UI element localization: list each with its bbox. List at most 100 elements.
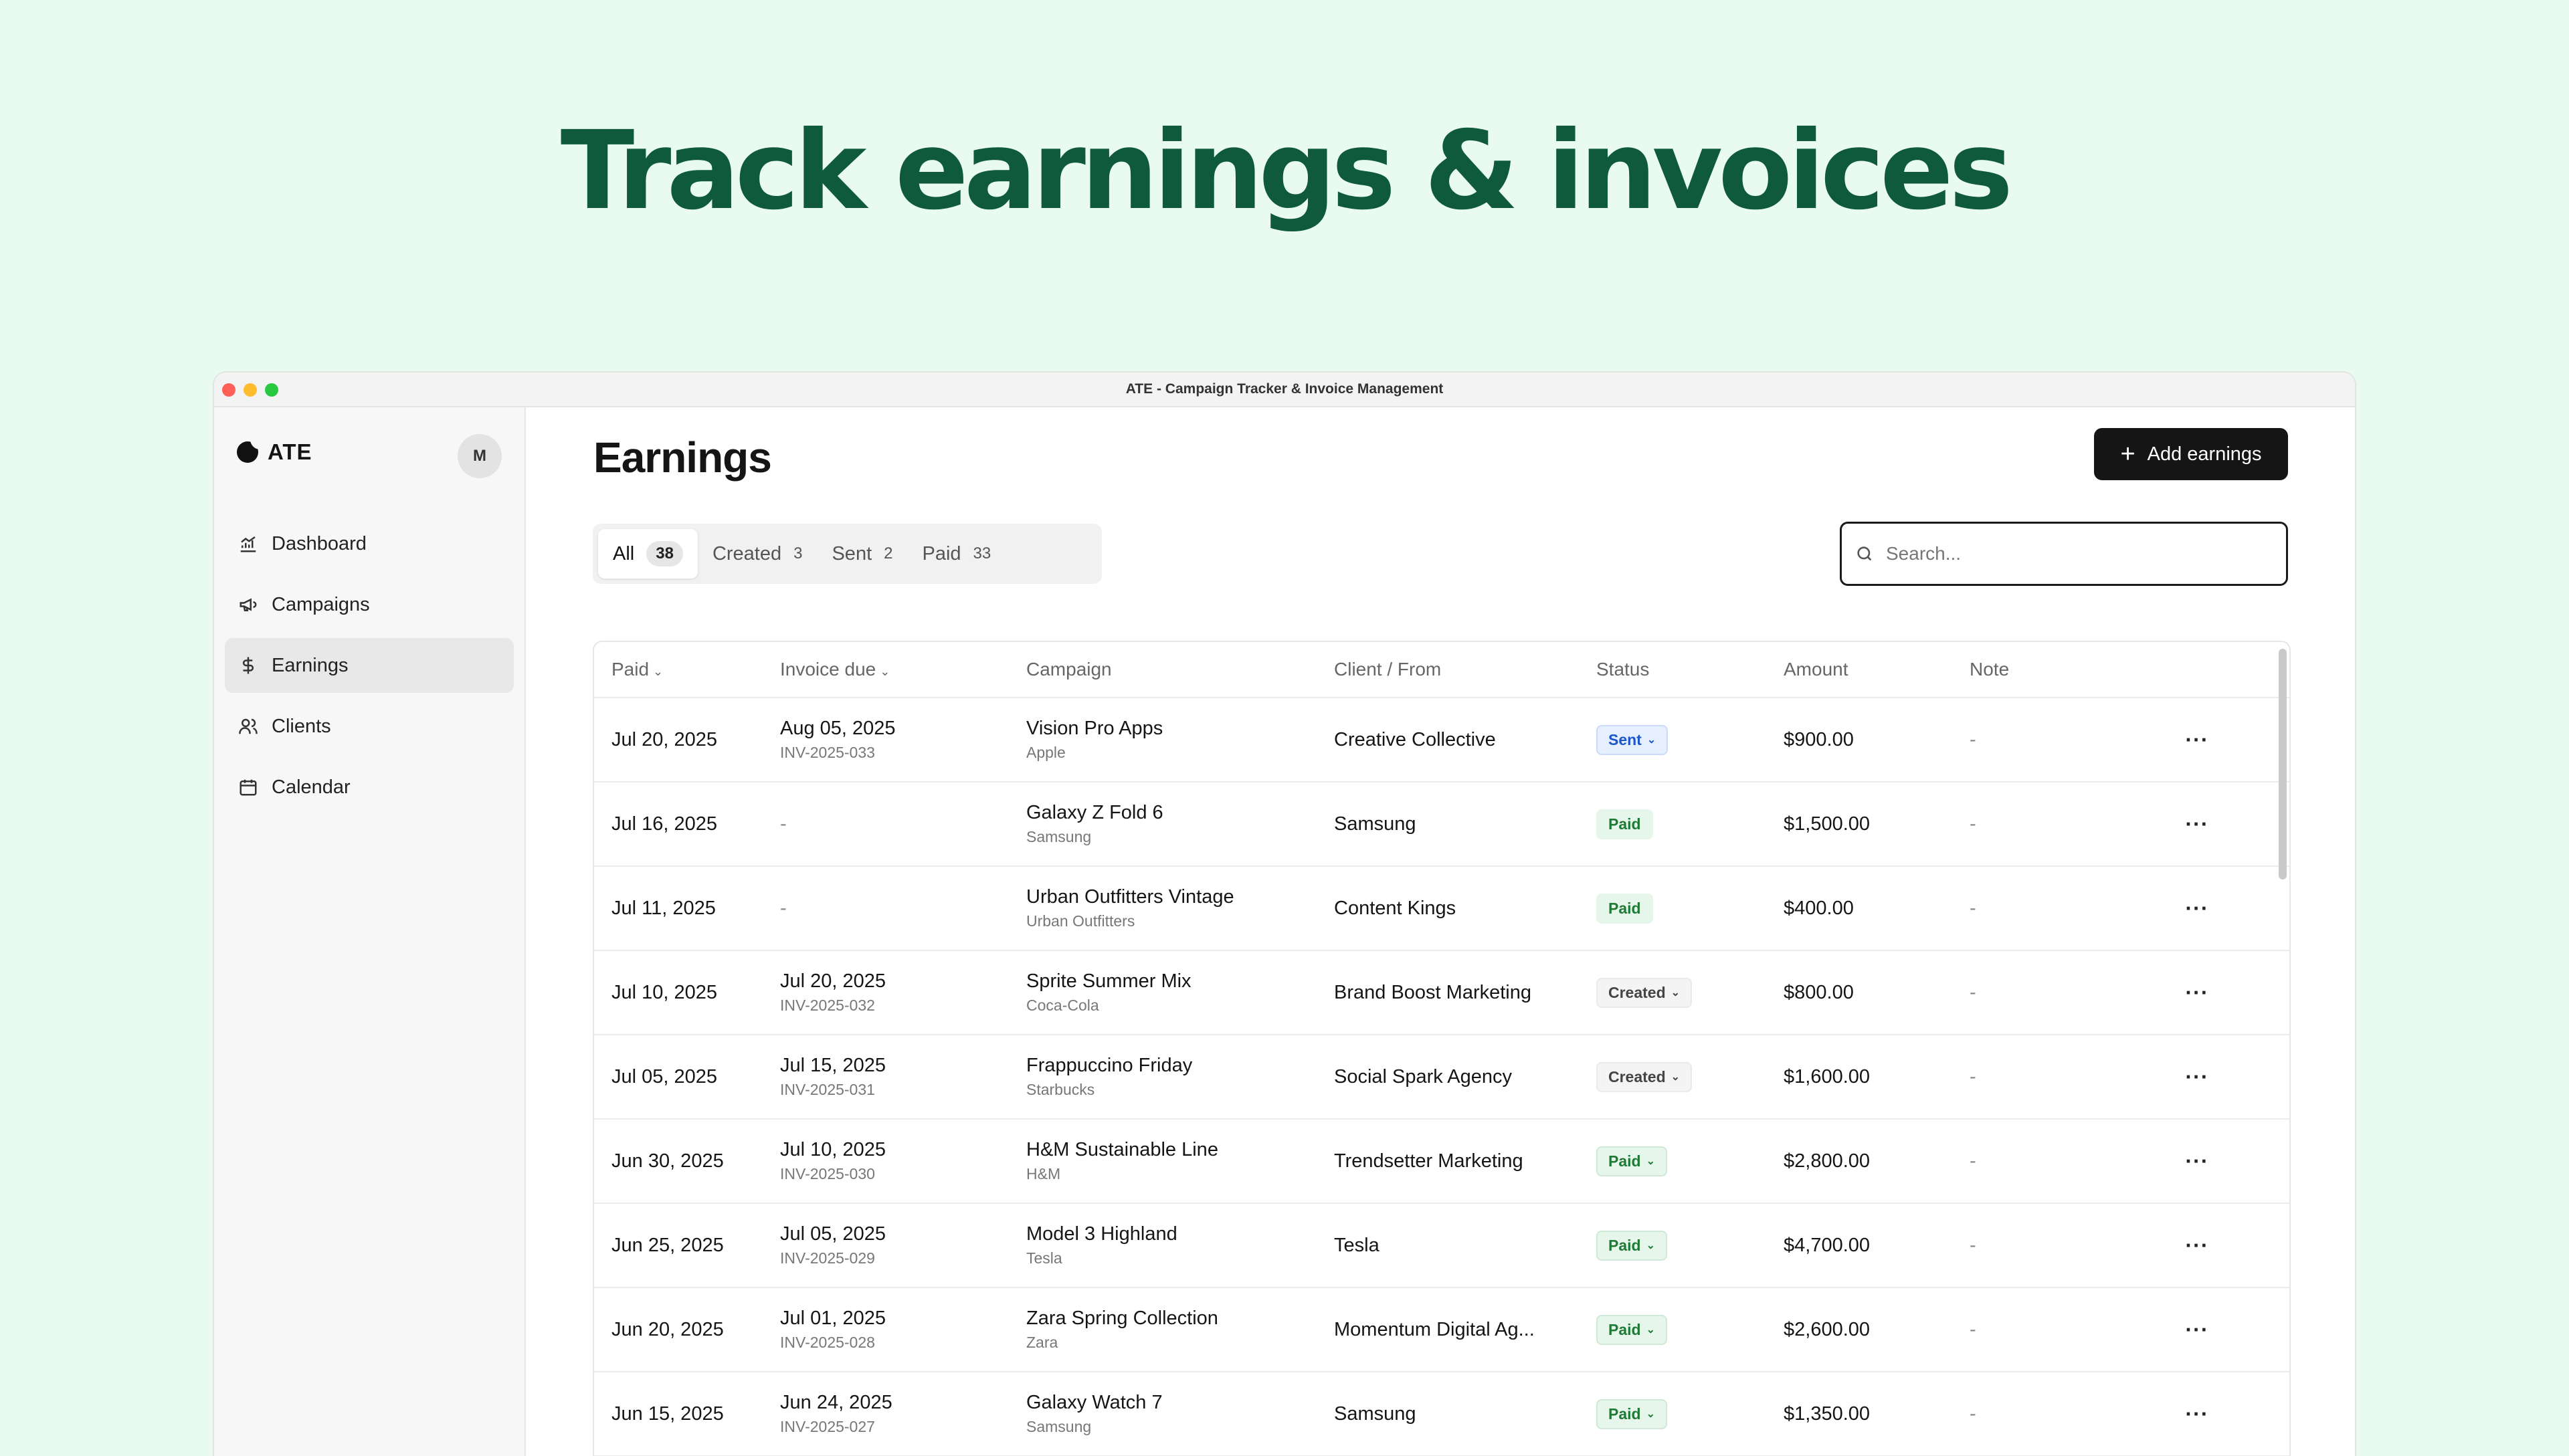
status-label: Paid xyxy=(1608,1236,1641,1254)
column-header-invoice-due[interactable]: Invoice due ⌄ xyxy=(780,659,1026,680)
table-row[interactable]: Jun 15, 2025 Jun 24, 2025 INV-2025-027 Gala… xyxy=(594,1372,2289,1456)
campaign-brand: Tesla xyxy=(1026,1249,1062,1267)
invoice-due-date: Jul 10, 2025 xyxy=(780,1139,886,1160)
amount: $1,500.00 xyxy=(1784,813,1871,835)
tab-sent[interactable]: Sent 2 xyxy=(817,529,907,579)
invoice-number: INV-2025-028 xyxy=(780,1334,875,1351)
invoice-due-cell: Jul 01, 2025 INV-2025-028 xyxy=(780,1308,1026,1352)
more-actions-icon[interactable]: ··· xyxy=(2186,980,2209,1005)
more-actions-icon[interactable]: ··· xyxy=(2186,1149,2209,1173)
paid-date: Jun 15, 2025 xyxy=(611,1402,724,1425)
more-actions-icon[interactable]: ··· xyxy=(2186,1233,2209,1257)
sidebar-item-clients[interactable]: Clients xyxy=(225,699,514,754)
status-badge[interactable]: Paid ⌄ xyxy=(1596,1314,1667,1345)
tab-paid[interactable]: Paid 33 xyxy=(908,529,1006,579)
status-cell: Paid ⌄ xyxy=(1596,1398,1784,1429)
paid-date: Jul 16, 2025 xyxy=(611,813,718,835)
status-badge[interactable]: Paid ⌄ xyxy=(1596,1398,1667,1429)
tab-label: Sent xyxy=(832,542,872,564)
sidebar: ATE M Dashboard Campaigns Earnings Clien… xyxy=(214,407,526,1456)
sidebar-item-dashboard[interactable]: Dashboard xyxy=(225,516,514,571)
brand[interactable]: ATE xyxy=(237,439,312,465)
status-badge[interactable]: Sent ⌄ xyxy=(1596,724,1669,755)
invoice-due-cell: Aug 05, 2025 INV-2025-033 xyxy=(780,718,1026,762)
invoice-number: INV-2025-031 xyxy=(780,1081,875,1098)
client-name: Tesla xyxy=(1334,1234,1379,1256)
column-header-status: Status xyxy=(1596,659,1650,680)
more-actions-icon[interactable]: ··· xyxy=(2186,1065,2209,1089)
table-scrollbar[interactable] xyxy=(2279,649,2287,879)
note: - xyxy=(1970,728,1976,750)
status-cell: Created ⌄ xyxy=(1596,1061,1784,1092)
status-badge[interactable]: Paid ⌄ xyxy=(1596,1230,1667,1261)
invoice-due-cell: Jul 10, 2025 INV-2025-030 xyxy=(780,1139,1026,1183)
more-actions-icon[interactable]: ··· xyxy=(2186,896,2209,920)
table-row[interactable]: Jul 11, 2025- Urban Outfitters Vintage Urb… xyxy=(594,867,2289,951)
table-row[interactable]: Jun 20, 2025 Jul 01, 2025 INV-2025-028 Zara… xyxy=(594,1288,2289,1372)
campaign-brand: Starbucks xyxy=(1026,1081,1095,1098)
row-actions-cell: ··· xyxy=(2164,1402,2230,1427)
note: - xyxy=(1970,1402,1976,1425)
chevron-down-icon: ⌄ xyxy=(1671,1071,1681,1083)
search-input[interactable] xyxy=(1885,542,2262,565)
client-name: Trendsetter Marketing xyxy=(1334,1150,1523,1172)
amount: $400.00 xyxy=(1784,897,1854,919)
status-cell: Paid xyxy=(1596,893,1784,924)
status-badge[interactable]: Paid ⌄ xyxy=(1596,1146,1667,1176)
paid-date: Jun 30, 2025 xyxy=(611,1150,724,1172)
status-label: Created xyxy=(1608,983,1666,1001)
campaign-cell: Zara Spring Collection Zara xyxy=(1026,1308,1334,1352)
campaign-name: Vision Pro Apps xyxy=(1026,718,1163,739)
sidebar-item-earnings[interactable]: Earnings xyxy=(225,638,514,693)
avatar[interactable]: M xyxy=(458,434,502,478)
paid-date: Jun 25, 2025 xyxy=(611,1234,724,1256)
amount: $2,800.00 xyxy=(1784,1150,1871,1172)
status-badge[interactable]: Created ⌄ xyxy=(1596,1061,1693,1092)
status-label: Paid xyxy=(1608,1405,1641,1423)
sidebar-item-campaigns[interactable]: Campaigns xyxy=(225,577,514,632)
status-tabs: All 38 Created 3 Sent 2 Paid 33 xyxy=(593,524,1102,584)
invoice-due-date: Aug 05, 2025 xyxy=(780,718,896,739)
add-earnings-button[interactable]: + Add earnings xyxy=(2094,428,2288,480)
column-header-note: Note xyxy=(1970,659,2010,680)
more-actions-icon[interactable]: ··· xyxy=(2186,812,2209,836)
status-label: Sent xyxy=(1608,730,1642,748)
table-row[interactable]: Jul 16, 2025 - Galaxy Z Fold 6 Samsung Samsu… xyxy=(594,783,2289,867)
campaign-cell: Urban Outfitters Vintage Urban Outfitters xyxy=(1026,886,1334,930)
invoice-number: INV-2025-030 xyxy=(780,1165,875,1182)
table-row[interactable]: Jul 10, 2025 Jul 20, 2025 INV-2025-032 Spri… xyxy=(594,951,2289,1035)
plus-icon: + xyxy=(2120,440,2135,468)
more-actions-icon[interactable]: ··· xyxy=(2186,1318,2209,1342)
table-row[interactable]: Jun 25, 2025 Jul 05, 2025 INV-2025-029 Mode… xyxy=(594,1204,2289,1288)
note: - xyxy=(1970,813,1976,835)
row-actions-cell: ··· xyxy=(2164,980,2230,1005)
client-name: Samsung xyxy=(1334,1402,1416,1425)
column-header-paid[interactable]: Paid ⌄ xyxy=(594,659,780,680)
table-header: Paid ⌄ Invoice due ⌄ Campaign Client / Fro… xyxy=(594,642,2289,698)
status-badge[interactable]: Created ⌄ xyxy=(1596,977,1693,1008)
megaphone-icon xyxy=(240,598,257,611)
invoice-number: INV-2025-027 xyxy=(780,1418,875,1435)
sidebar-item-calendar[interactable]: Calendar xyxy=(225,760,514,815)
column-header-client: Client / From xyxy=(1334,659,1442,680)
row-actions-cell: ··· xyxy=(2164,1318,2230,1342)
table-row[interactable]: Jul 20, 2025 Aug 05, 2025 INV-2025-033 Visi… xyxy=(594,698,2289,783)
invoice-due-cell: Jul 20, 2025 INV-2025-032 xyxy=(780,970,1026,1015)
campaign-name: Galaxy Z Fold 6 xyxy=(1026,802,1163,823)
tab-all[interactable]: All 38 xyxy=(598,529,698,579)
add-earnings-label: Add earnings xyxy=(2147,443,2262,465)
status-cell: Sent ⌄ xyxy=(1596,724,1784,755)
more-actions-icon[interactable]: ··· xyxy=(2186,1402,2209,1426)
chart-icon xyxy=(240,536,256,552)
header-label: Invoice due xyxy=(780,659,876,680)
amount: $2,600.00 xyxy=(1784,1318,1871,1340)
chevron-down-icon: ⌄ xyxy=(653,665,664,678)
table-row[interactable]: Jun 30, 2025 Jul 10, 2025 INV-2025-030 H&M … xyxy=(594,1120,2289,1204)
more-actions-icon[interactable]: ··· xyxy=(2186,728,2209,752)
main-content: Earnings + Add earnings All 38 Created 3… xyxy=(526,407,2355,1456)
table-row[interactable]: Jul 05, 2025 Jul 15, 2025 INV-2025-031 Frap… xyxy=(594,1035,2289,1120)
tab-created[interactable]: Created 3 xyxy=(698,529,818,579)
campaign-cell: Model 3 Highland Tesla xyxy=(1026,1223,1334,1267)
sidebar-item-label: Campaigns xyxy=(272,593,370,615)
chevron-down-icon: ⌄ xyxy=(1646,1156,1655,1167)
